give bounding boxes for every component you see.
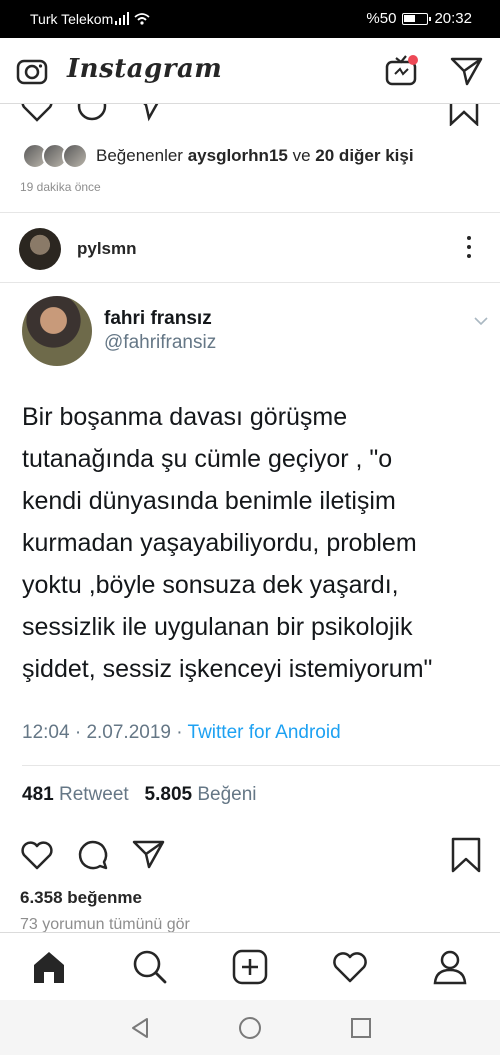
notification-dot — [408, 55, 418, 65]
share-icon[interactable] — [132, 839, 166, 871]
tweet-stats: 481 Retweet 5.805 Beğeni — [22, 784, 257, 806]
bookmark-icon[interactable] — [448, 104, 480, 126]
signal-wifi-icon — [115, 12, 150, 25]
home-icon[interactable] — [31, 950, 67, 984]
avatar[interactable] — [19, 228, 61, 270]
meta-separator: · — [176, 722, 188, 743]
tweet-image: fahri fransız @fahrifransiz Bir boşanma … — [0, 284, 500, 824]
comment-icon[interactable] — [76, 104, 110, 124]
profile-icon[interactable] — [432, 949, 468, 985]
home-button-icon[interactable] — [238, 1016, 262, 1040]
view-comments-link[interactable]: 73 yorumun tümünü gör — [20, 916, 190, 932]
liked-by-conj: ve — [292, 146, 311, 165]
post-time-ago: 19 dakika önce — [20, 180, 101, 194]
chevron-down-icon — [474, 317, 488, 326]
previous-post-actions — [0, 104, 500, 128]
liked-by-avatars — [22, 143, 88, 169]
divider — [0, 212, 500, 213]
avatar — [62, 143, 88, 169]
post-actions — [0, 835, 500, 875]
add-icon[interactable] — [232, 949, 268, 985]
battery-percent: %50 — [366, 10, 397, 27]
igtv-icon[interactable] — [384, 52, 420, 88]
battery-icon — [402, 12, 432, 25]
retweet-label: Retweet — [58, 784, 129, 805]
clock: 20:32 — [434, 10, 472, 27]
carrier-name: Turk Telekom — [30, 11, 114, 27]
tweet-text: Bir boşanma davası görüşme tutanağında ş… — [22, 403, 433, 683]
post-header: pylsmn — [0, 220, 500, 278]
system-nav-bar — [0, 1000, 500, 1055]
tweet-author-handle: @fahrifransiz — [104, 332, 217, 353]
tweet-meta: 12:04 · 2.07.2019 · Twitter for Android — [22, 722, 341, 744]
bottom-nav — [0, 932, 500, 1000]
share-icon[interactable] — [132, 104, 166, 124]
liked-by-user[interactable]: aysglorhn15 — [188, 146, 288, 166]
bookmark-icon[interactable] — [450, 837, 482, 873]
liked-by-row[interactable]: Beğenenler aysglorhn15 ve 20 diğer kişi — [22, 142, 414, 170]
tweet-avatar — [22, 296, 92, 366]
post-username[interactable]: pylsmn — [77, 239, 137, 259]
liked-by-others[interactable]: 20 diğer kişi — [315, 146, 413, 166]
back-icon[interactable] — [130, 1017, 150, 1039]
recents-icon[interactable] — [350, 1017, 372, 1039]
top-bar: Instagram — [0, 38, 500, 104]
more-options-icon[interactable] — [466, 236, 472, 262]
heart-icon[interactable] — [20, 838, 54, 872]
divider — [0, 282, 500, 283]
comment-icon[interactable] — [76, 838, 110, 872]
heart-icon[interactable] — [20, 104, 54, 124]
tweet-date: 2.07.2019 — [86, 722, 171, 743]
tweet-source: Twitter for Android — [187, 722, 341, 743]
liked-by-prefix: Beğenenler — [96, 146, 183, 165]
meta-separator: · — [74, 722, 87, 743]
status-bar: Turk Telekom %50 20:32 — [0, 0, 500, 38]
search-icon[interactable] — [132, 949, 168, 985]
post-likes-count[interactable]: 6.358 beğenme — [20, 888, 142, 908]
direct-icon[interactable] — [450, 56, 484, 86]
activity-icon[interactable] — [332, 950, 368, 984]
like-count: 5.805 — [144, 784, 193, 805]
tweet-time: 12:04 — [22, 722, 70, 743]
like-label: Beğeni — [197, 784, 257, 805]
camera-icon[interactable] — [16, 56, 48, 86]
divider — [22, 765, 500, 766]
tweet-author-name: fahri fransız — [104, 308, 212, 329]
instagram-logo: Instagram — [67, 54, 223, 84]
retweet-count: 481 — [22, 784, 54, 805]
